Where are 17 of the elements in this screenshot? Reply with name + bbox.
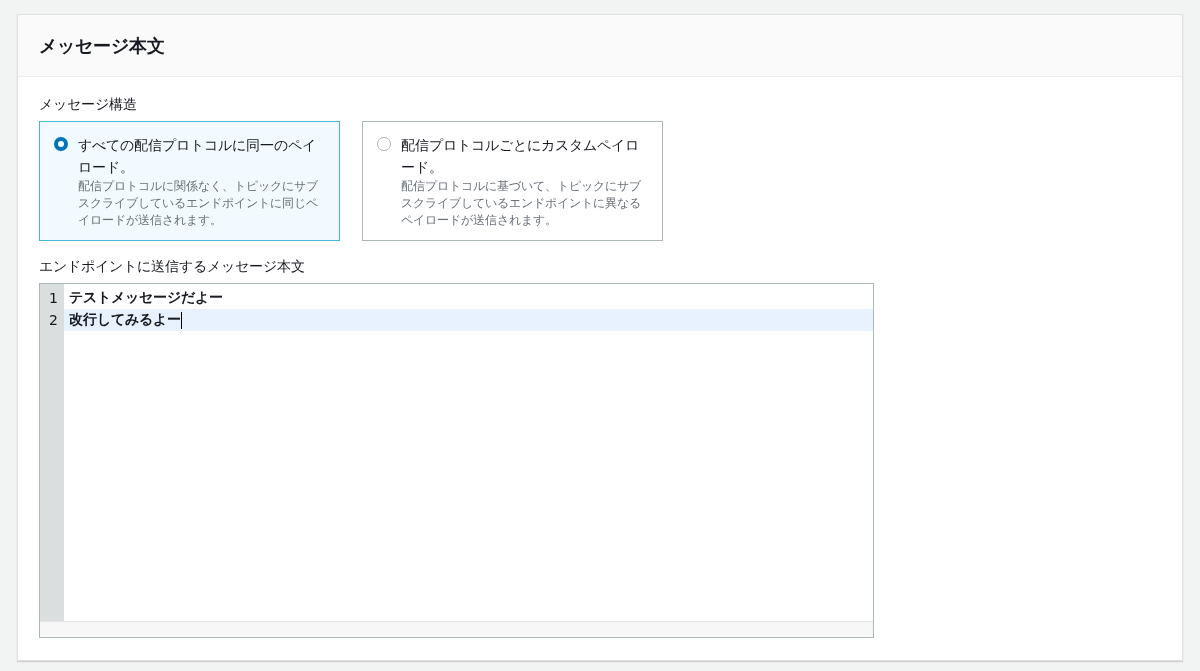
panel-title: メッセージ本文 — [39, 33, 165, 58]
option-description: 配信プロトコルに関係なく、トピックにサブスクライブしているエンドポイントに同じペイロードが送信されます。 — [78, 178, 319, 229]
radio-card[interactable]: 配信プロトコルごとにカスタムペイロード。 配信プロトコルに基づいて、トピックにサブスクライブしているエンドポイントに異なるペイロードが送信されます。 — [362, 121, 663, 241]
radio-button[interactable] — [54, 137, 68, 151]
option-title: すべての配信プロトコルに同一のペイロード。 — [78, 136, 317, 177]
radio-card[interactable]: すべての配信プロトコルに同一のペイロード。 配信プロトコルに関係なく、トピックにサブスクライブしているエンドポイントに同じペイロードが送信されます。 — [39, 121, 340, 241]
option-title: 配信プロトコルごとにカスタムペイロード。 — [401, 136, 640, 177]
radio-button[interactable] — [377, 137, 391, 151]
field-label: エンドポイントに送信するメッセージ本文 — [39, 257, 306, 276]
line-number: 1 — [48, 289, 59, 308]
code-editor[interactable]: 1 2 テストメッセージだよー 改行してみるよー — [39, 283, 874, 638]
option-description: 配信プロトコルに基づいて、トピックにサブスクライブしているエンドポイントに異なるペイロードが送信されます。 — [401, 178, 642, 229]
code-line: テストメッセージだよー — [69, 289, 223, 307]
text-cursor — [181, 311, 182, 329]
field-label: メッセージ構造 — [39, 95, 138, 114]
line-number: 2 — [48, 311, 59, 330]
code-line: 改行してみるよー — [69, 311, 181, 329]
